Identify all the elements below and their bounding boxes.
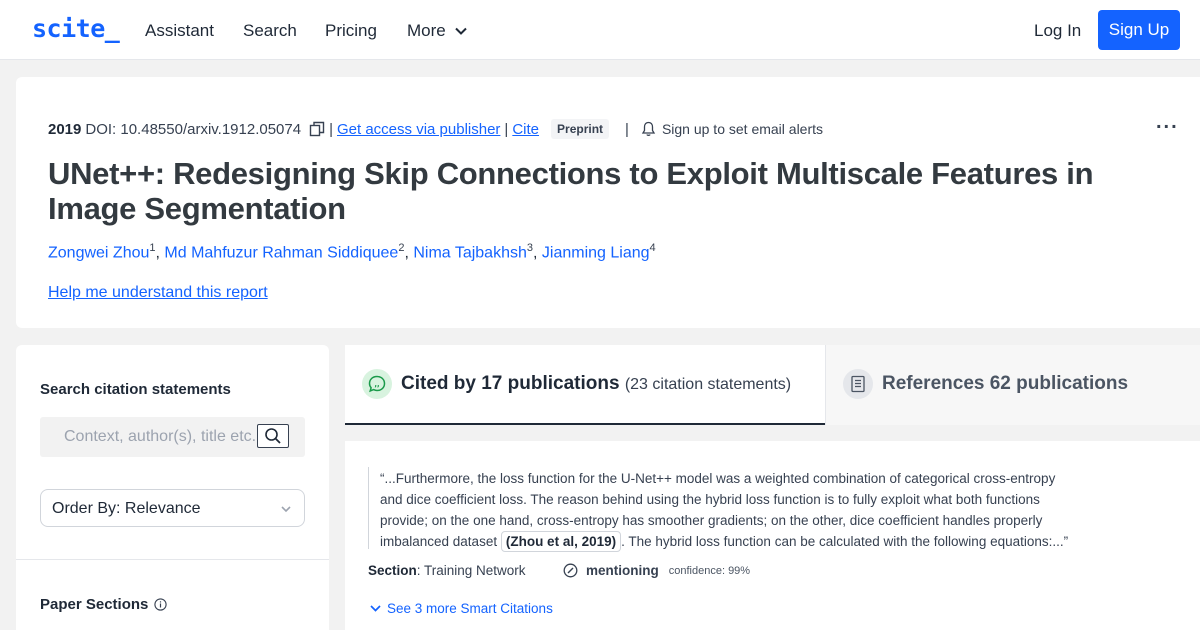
citation-statements-count: (23 citation statements) bbox=[624, 376, 792, 393]
order-by-value: Order By: Relevance bbox=[52, 500, 201, 517]
more-smart-citations-label: See 3 more Smart Citations bbox=[387, 601, 553, 616]
paper-header-card: 2019 DOI: 10.48550/arxiv.1912.05074 | Ge… bbox=[16, 77, 1200, 328]
chevron-down-icon bbox=[281, 506, 291, 513]
author-link[interactable]: Zongwei Zhou bbox=[48, 244, 149, 261]
help-understand-link[interactable]: Help me understand this report bbox=[48, 284, 268, 302]
citation-quote: “...Furthermore, the loss function for t… bbox=[380, 468, 1105, 552]
tab-references[interactable]: References 62 publications bbox=[825, 345, 1200, 425]
quote-line: provide; on the one hand, cross-entropy … bbox=[380, 513, 1043, 528]
search-button[interactable] bbox=[257, 424, 289, 448]
scite-logo[interactable]: scite_ bbox=[32, 14, 120, 43]
nav-search[interactable]: Search bbox=[243, 21, 297, 41]
author-list: Zongwei Zhou1, Md Mahfuzur Rahman Siddiq… bbox=[48, 242, 656, 262]
tab-cited-by[interactable]: ,, Cited by 17 publications (23 citation… bbox=[345, 345, 825, 425]
quote-line: “...Furthermore, the loss function for t… bbox=[380, 471, 1056, 486]
doi-text: DOI: 10.48550/arxiv.1912.05074 bbox=[85, 120, 302, 138]
reference-chip[interactable]: (Zhou et al, 2019) bbox=[500, 531, 622, 552]
separator: | bbox=[329, 120, 333, 138]
author-affiliation-number: 4 bbox=[649, 242, 656, 254]
search-placeholder: Context, author(s), title etc. bbox=[64, 428, 257, 445]
quote-text: . The hybrid loss function can be calcul… bbox=[621, 534, 1069, 549]
section-value: : Training Network bbox=[416, 563, 526, 578]
paper-title: UNet++: Redesigning Skip Connections to … bbox=[48, 156, 1094, 226]
nav-pricing[interactable]: Pricing bbox=[325, 21, 377, 41]
author-link[interactable]: Md Mahfuzur Rahman Siddiquee bbox=[164, 244, 398, 261]
info-icon[interactable] bbox=[154, 598, 168, 611]
separator: | bbox=[504, 120, 509, 138]
paper-sections-heading: Paper Sections bbox=[40, 596, 168, 613]
section-label: Section bbox=[368, 563, 417, 578]
search-citations-heading: Search citation statements bbox=[40, 381, 231, 398]
paper-meta-row: 2019 DOI: 10.48550/arxiv.1912.05074 | Ge… bbox=[48, 119, 823, 139]
author-separator: , bbox=[404, 244, 414, 262]
author-link[interactable]: Jianming Liang bbox=[542, 244, 650, 261]
author-link[interactable]: Nima Tajbakhsh bbox=[413, 244, 527, 261]
chevron-down-icon bbox=[455, 27, 467, 35]
copy-icon[interactable] bbox=[309, 121, 325, 137]
order-by-select[interactable]: Order By: Relevance bbox=[40, 489, 305, 527]
separator: | bbox=[625, 120, 629, 138]
citation-statement-card: “...Furthermore, the loss function for t… bbox=[345, 441, 1200, 630]
citation-chat-icon: ,, bbox=[362, 369, 392, 399]
quote-line: and dice coefficient loss. The reason be… bbox=[380, 492, 1040, 507]
nav-more-dropdown[interactable]: More bbox=[407, 21, 468, 41]
email-alerts-link[interactable]: Sign up to set email alerts bbox=[662, 121, 823, 137]
classification-row: mentioning confidence: 99% bbox=[563, 563, 750, 578]
login-link[interactable]: Log In bbox=[1034, 21, 1081, 41]
svg-text:,,: ,, bbox=[374, 381, 379, 389]
references-label: References 62 publications bbox=[882, 373, 1129, 394]
publication-year: 2019 bbox=[48, 120, 82, 138]
search-icon bbox=[265, 428, 281, 444]
signup-button[interactable]: Sign Up bbox=[1098, 10, 1180, 50]
quote-line: imbalanced dataset (Zhou et al, 2019). T… bbox=[380, 531, 1105, 552]
preprint-badge: Preprint bbox=[551, 119, 610, 139]
author-separator: , bbox=[533, 244, 542, 262]
confidence-score: confidence: 99% bbox=[668, 564, 751, 577]
citation-search-input[interactable]: Context, author(s), title etc. bbox=[40, 417, 305, 457]
paper-sections-label: Paper Sections bbox=[40, 596, 149, 613]
cited-by-label: Cited by 17 publications (23 citation st… bbox=[401, 373, 791, 395]
mentioning-label: mentioning bbox=[586, 563, 659, 578]
cite-link[interactable]: Cite bbox=[512, 121, 539, 138]
section-info: Section: Training Network bbox=[368, 563, 526, 578]
nav-more-label: More bbox=[407, 21, 446, 40]
more-smart-citations-link[interactable]: See 3 more Smart Citations bbox=[369, 601, 553, 616]
mentioning-icon bbox=[563, 563, 578, 578]
cited-by-count: Cited by 17 publications bbox=[401, 373, 620, 394]
quote-text: imbalanced dataset bbox=[380, 534, 501, 549]
nav-assistant[interactable]: Assistant bbox=[145, 21, 214, 41]
document-icon bbox=[843, 369, 873, 399]
citation-sidebar: Search citation statements Context, auth… bbox=[16, 345, 329, 630]
top-navbar: scite_ Assistant Search Pricing More Log… bbox=[0, 0, 1200, 60]
bell-icon[interactable] bbox=[641, 121, 656, 137]
sidebar-divider bbox=[16, 559, 329, 560]
publisher-access-link[interactable]: Get access via publisher bbox=[337, 121, 500, 138]
chevron-down-icon bbox=[370, 605, 381, 612]
more-options-icon[interactable]: ... bbox=[1156, 111, 1179, 134]
quote-bar bbox=[368, 467, 369, 549]
